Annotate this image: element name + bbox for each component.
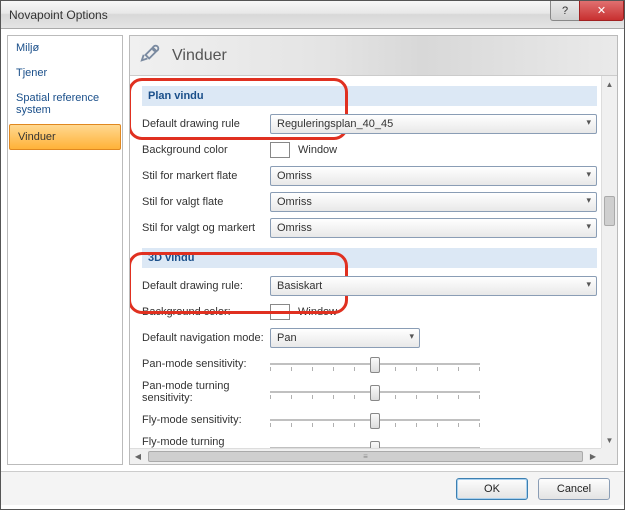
row-3d-nav-mode: Default navigation mode: Pan <box>142 328 597 348</box>
row-plan-default-drawing-rule: Default drawing rule Reguleringsplan_40_… <box>142 114 597 134</box>
scroll-corner <box>601 448 617 464</box>
row-plan-bgcolor: Background color Window <box>142 140 597 160</box>
help-button[interactable]: ? <box>550 1 580 21</box>
chevron-up-icon[interactable]: ▲ <box>602 76 617 92</box>
dropdown-stil-valgt-flate[interactable]: Omriss <box>270 192 597 212</box>
label: Fly-mode sensitivity: <box>142 414 270 426</box>
sidebar-item-label: Vinduer <box>18 131 56 143</box>
row-3d-fly-sens: Fly-mode sensitivity: <box>142 410 597 430</box>
dialog-body: Miljø Tjener Spatial reference system Vi… <box>1 29 624 471</box>
content: Plan vindu Default drawing rule Reguleri… <box>130 76 601 448</box>
sidebar-item-spatial-ref[interactable]: Spatial reference system <box>8 86 122 123</box>
label: Default drawing rule <box>142 118 270 130</box>
sidebar-item-label: Tjener <box>16 67 47 79</box>
horizontal-scrollbar[interactable]: ◀ ≡ ▶ <box>130 448 601 464</box>
cancel-button[interactable]: Cancel <box>538 478 610 500</box>
row-3d-fly-turn-sens: Fly-mode turning sensitivity: <box>142 436 597 448</box>
sidebar-item-label: Miljø <box>16 42 39 54</box>
label: Pan-mode turning sensitivity: <box>142 380 270 404</box>
window-controls: ? ✕ <box>551 1 624 21</box>
sidebar-item-miljo[interactable]: Miljø <box>8 36 122 61</box>
window-title: Novapoint Options <box>9 8 108 22</box>
dropdown-3d-default-drawing-rule[interactable]: Basiskart <box>270 276 597 296</box>
color-swatch[interactable] <box>270 304 290 320</box>
label: Default navigation mode: <box>142 332 270 344</box>
close-button[interactable]: ✕ <box>579 1 624 21</box>
vertical-scrollbar[interactable]: ▲ ▼ <box>601 76 617 448</box>
page-title: Vinduer <box>172 47 227 65</box>
label: Stil for valgt flate <box>142 196 270 208</box>
label: Fly-mode turning sensitivity: <box>142 436 270 448</box>
color-swatch[interactable] <box>270 142 290 158</box>
ok-button[interactable]: OK <box>456 478 528 500</box>
content-scroll: Plan vindu Default drawing rule Reguleri… <box>130 76 617 464</box>
row-3d-pan-turn-sens: Pan-mode turning sensitivity: <box>142 380 597 404</box>
label: Default drawing rule: <box>142 280 270 292</box>
chevron-right-icon[interactable]: ▶ <box>585 449 601 464</box>
color-label: Window <box>298 144 337 156</box>
row-3d-pan-sens: Pan-mode sensitivity: <box>142 354 597 374</box>
sidebar: Miljø Tjener Spatial reference system Vi… <box>7 35 123 465</box>
slider-pan-turn-sens[interactable] <box>270 382 480 402</box>
scrollbar-thumb[interactable]: ≡ <box>148 451 583 462</box>
sidebar-item-vinduer[interactable]: Vinduer <box>9 124 121 150</box>
label: Pan-mode sensitivity: <box>142 358 270 370</box>
sidebar-item-tjener[interactable]: Tjener <box>8 61 122 86</box>
wrench-icon <box>140 42 162 69</box>
row-3d-bgcolor: Background color: Window <box>142 302 597 322</box>
chevron-down-icon[interactable]: ▼ <box>602 432 617 448</box>
label: Stil for valgt og markert <box>142 222 270 234</box>
main-panel: Vinduer Plan vindu Default drawing rule … <box>129 35 618 465</box>
color-label: Window <box>298 306 337 318</box>
row-plan-stil-markert-flate: Stil for markert flate Omriss <box>142 166 597 186</box>
titlebar: Novapoint Options ? ✕ <box>1 1 624 29</box>
dropdown-stil-valgt-og-markert[interactable]: Omriss <box>270 218 597 238</box>
main-header: Vinduer <box>130 36 617 76</box>
dropdown-stil-markert-flate[interactable]: Omriss <box>270 166 597 186</box>
dropdown-plan-default-drawing-rule[interactable]: Reguleringsplan_40_45 <box>270 114 597 134</box>
section-heading-plan: Plan vindu <box>142 86 597 106</box>
section-heading-3d: 3D vindu <box>142 248 597 268</box>
sidebar-item-label: Spatial reference system <box>16 92 99 116</box>
slider-fly-sens[interactable] <box>270 410 480 430</box>
scrollbar-thumb[interactable] <box>604 196 615 226</box>
slider-fly-turn-sens[interactable] <box>270 438 480 448</box>
row-plan-stil-valgt-flate: Stil for valgt flate Omriss <box>142 192 597 212</box>
label: Background color <box>142 144 270 156</box>
dropdown-nav-mode[interactable]: Pan <box>270 328 420 348</box>
row-plan-stil-valgt-og-markert: Stil for valgt og markert Omriss <box>142 218 597 238</box>
footer: OK Cancel <box>1 471 624 505</box>
row-3d-default-drawing-rule: Default drawing rule: Basiskart <box>142 276 597 296</box>
label: Stil for markert flate <box>142 170 270 182</box>
slider-pan-sens[interactable] <box>270 354 480 374</box>
chevron-left-icon[interactable]: ◀ <box>130 449 146 464</box>
label: Background color: <box>142 306 270 318</box>
